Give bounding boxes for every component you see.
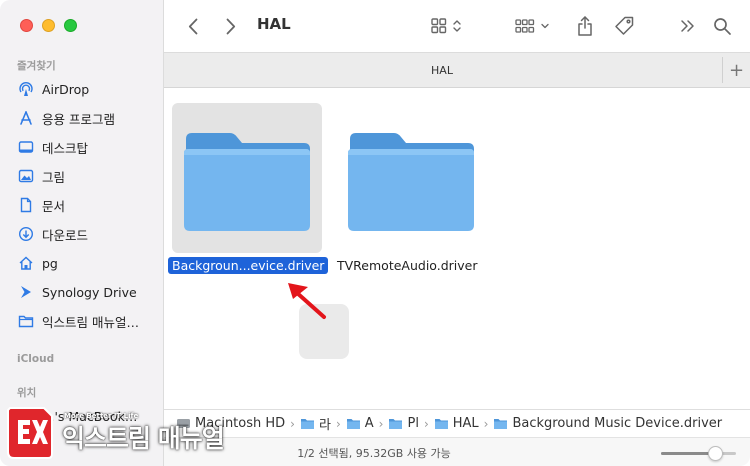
path-item[interactable]: HAL	[434, 416, 479, 431]
group-by-button[interactable]	[514, 14, 554, 38]
slider-fill	[661, 452, 715, 455]
chevron-left-icon	[188, 18, 198, 34]
double-chevron-right-icon	[681, 20, 694, 32]
zoom-window-button[interactable]	[64, 19, 77, 32]
window-controls	[20, 19, 77, 32]
tab-hal[interactable]: HAL	[164, 53, 720, 88]
applications-icon	[18, 110, 34, 126]
pictures-icon	[18, 168, 34, 184]
sidebar-item-pictures[interactable]: 그림	[0, 162, 164, 190]
chevron-right-icon	[226, 18, 236, 34]
status-bar: 1/2 선택됨, 95.32GB 사용 가능	[164, 437, 750, 466]
grid-view-icon	[431, 18, 461, 34]
watermark-text: 익스트림 매뉴얼	[62, 424, 225, 453]
sidebar-item-label: AirDrop	[42, 81, 90, 97]
synology-drive-icon	[18, 284, 34, 300]
path-separator: ›	[290, 416, 295, 431]
sidebar-item-applications[interactable]: 응용 프로그램	[0, 104, 164, 132]
folder-icon	[389, 419, 403, 429]
forward-button[interactable]	[222, 14, 240, 38]
downloads-icon	[18, 226, 34, 242]
finder-window: 즐겨찾기 AirDrop 응용 프로그램 데스크탑 그림 문서 다운로드 pg …	[0, 0, 750, 466]
path-separator: ›	[335, 416, 341, 431]
sidebar-item-label: 그림	[42, 169, 66, 185]
path-item[interactable]: Background Music Device.driver	[493, 416, 722, 431]
sidebar-item-desktop[interactable]: 데스크탑	[0, 133, 164, 161]
sidebar-section-icloud: iCloud	[17, 353, 55, 365]
path-bar: Macintosh HD › 라 › A › Pl › HAL › Backgr…	[164, 409, 750, 437]
file-icon-container	[172, 103, 322, 253]
sidebar-item-label: pg	[42, 255, 58, 271]
sidebar-item-documents[interactable]: 문서	[0, 191, 164, 219]
sidebar-item-label: 익스트림 매뉴얼…	[42, 314, 139, 330]
sidebar-item-xtream-manual[interactable]: 익스트림 매뉴얼…	[0, 307, 164, 335]
tags-button[interactable]	[612, 14, 636, 38]
status-text: 1/2 선택됨, 95.32GB 사용 가능	[297, 447, 451, 460]
sidebar-item-label: 다운로드	[42, 227, 89, 243]
close-window-button[interactable]	[20, 19, 33, 32]
sidebar-section-locations: 위치	[17, 387, 37, 399]
share-button[interactable]	[574, 14, 596, 38]
path-label: HAL	[452, 416, 479, 431]
file-icon-container	[336, 103, 486, 253]
back-button[interactable]	[184, 14, 202, 38]
new-tab-button[interactable]: +	[722, 57, 750, 83]
home-icon	[18, 255, 34, 271]
file-browser: Backgroun...evice.driver TVRemoteAudio.d…	[164, 89, 750, 409]
sidebar-item-home[interactable]: pg	[0, 249, 164, 277]
path-label: Background Music Device.driver	[512, 416, 723, 431]
folder-icon	[434, 419, 448, 429]
path-label: 라	[318, 418, 331, 433]
view-mode-button[interactable]	[430, 14, 470, 38]
slider-knob[interactable]	[708, 446, 723, 461]
annotation-arrow-icon	[288, 283, 326, 319]
sidebar-item-label: 문서	[42, 198, 66, 214]
tag-icon	[615, 16, 634, 35]
path-item[interactable]: A	[346, 416, 374, 431]
path-separator: ›	[423, 416, 429, 431]
path-label: Pl	[407, 416, 419, 431]
file-name: Backgroun...evice.driver	[168, 257, 329, 274]
path-label: A	[364, 416, 374, 431]
xtream-manual-logo	[7, 407, 53, 459]
folder-icon	[18, 313, 34, 329]
window-title: HAL	[257, 15, 291, 33]
folder-icon	[494, 419, 508, 429]
path-item[interactable]: Pl	[388, 416, 419, 431]
more-toolbar-button[interactable]	[678, 14, 698, 38]
airdrop-icon	[18, 81, 34, 97]
search-icon	[713, 17, 731, 35]
documents-icon	[18, 197, 34, 213]
path-separator: ›	[483, 416, 489, 431]
sidebar-item-airdrop[interactable]: AirDrop	[0, 75, 164, 103]
path-separator: ›	[378, 416, 384, 431]
share-icon	[578, 16, 592, 36]
desktop-icon	[18, 139, 34, 155]
xtream-watermark-logo	[299, 304, 349, 359]
file-name: TVRemoteAudio.driver	[337, 258, 478, 273]
sidebar-item-downloads[interactable]: 다운로드	[0, 220, 164, 248]
sidebar: 즐겨찾기 AirDrop 응용 프로그램 데스크탑 그림 문서 다운로드 pg …	[0, 0, 164, 466]
folder-icon	[300, 419, 314, 429]
folder-icon	[184, 133, 310, 231]
sidebar-item-synology-drive[interactable]: Synology Drive	[0, 278, 164, 306]
icon-size-slider[interactable]	[661, 446, 736, 461]
search-button[interactable]	[711, 14, 733, 38]
minimize-window-button[interactable]	[42, 19, 55, 32]
folder-icon	[346, 419, 360, 429]
path-item[interactable]: 라	[300, 414, 331, 433]
tab-bar: HAL +	[164, 52, 750, 88]
folder-icon	[348, 133, 474, 231]
toolbar: HAL	[164, 0, 750, 52]
sidebar-section-favorites: 즐겨찾기	[17, 60, 56, 72]
sidebar-item-label: 데스크탑	[42, 140, 89, 156]
sidebar-item-label: 응용 프로그램	[42, 111, 115, 127]
sidebar-item-label: Synology Drive	[42, 284, 137, 300]
group-icon	[515, 19, 549, 33]
plus-icon: +	[728, 59, 745, 81]
